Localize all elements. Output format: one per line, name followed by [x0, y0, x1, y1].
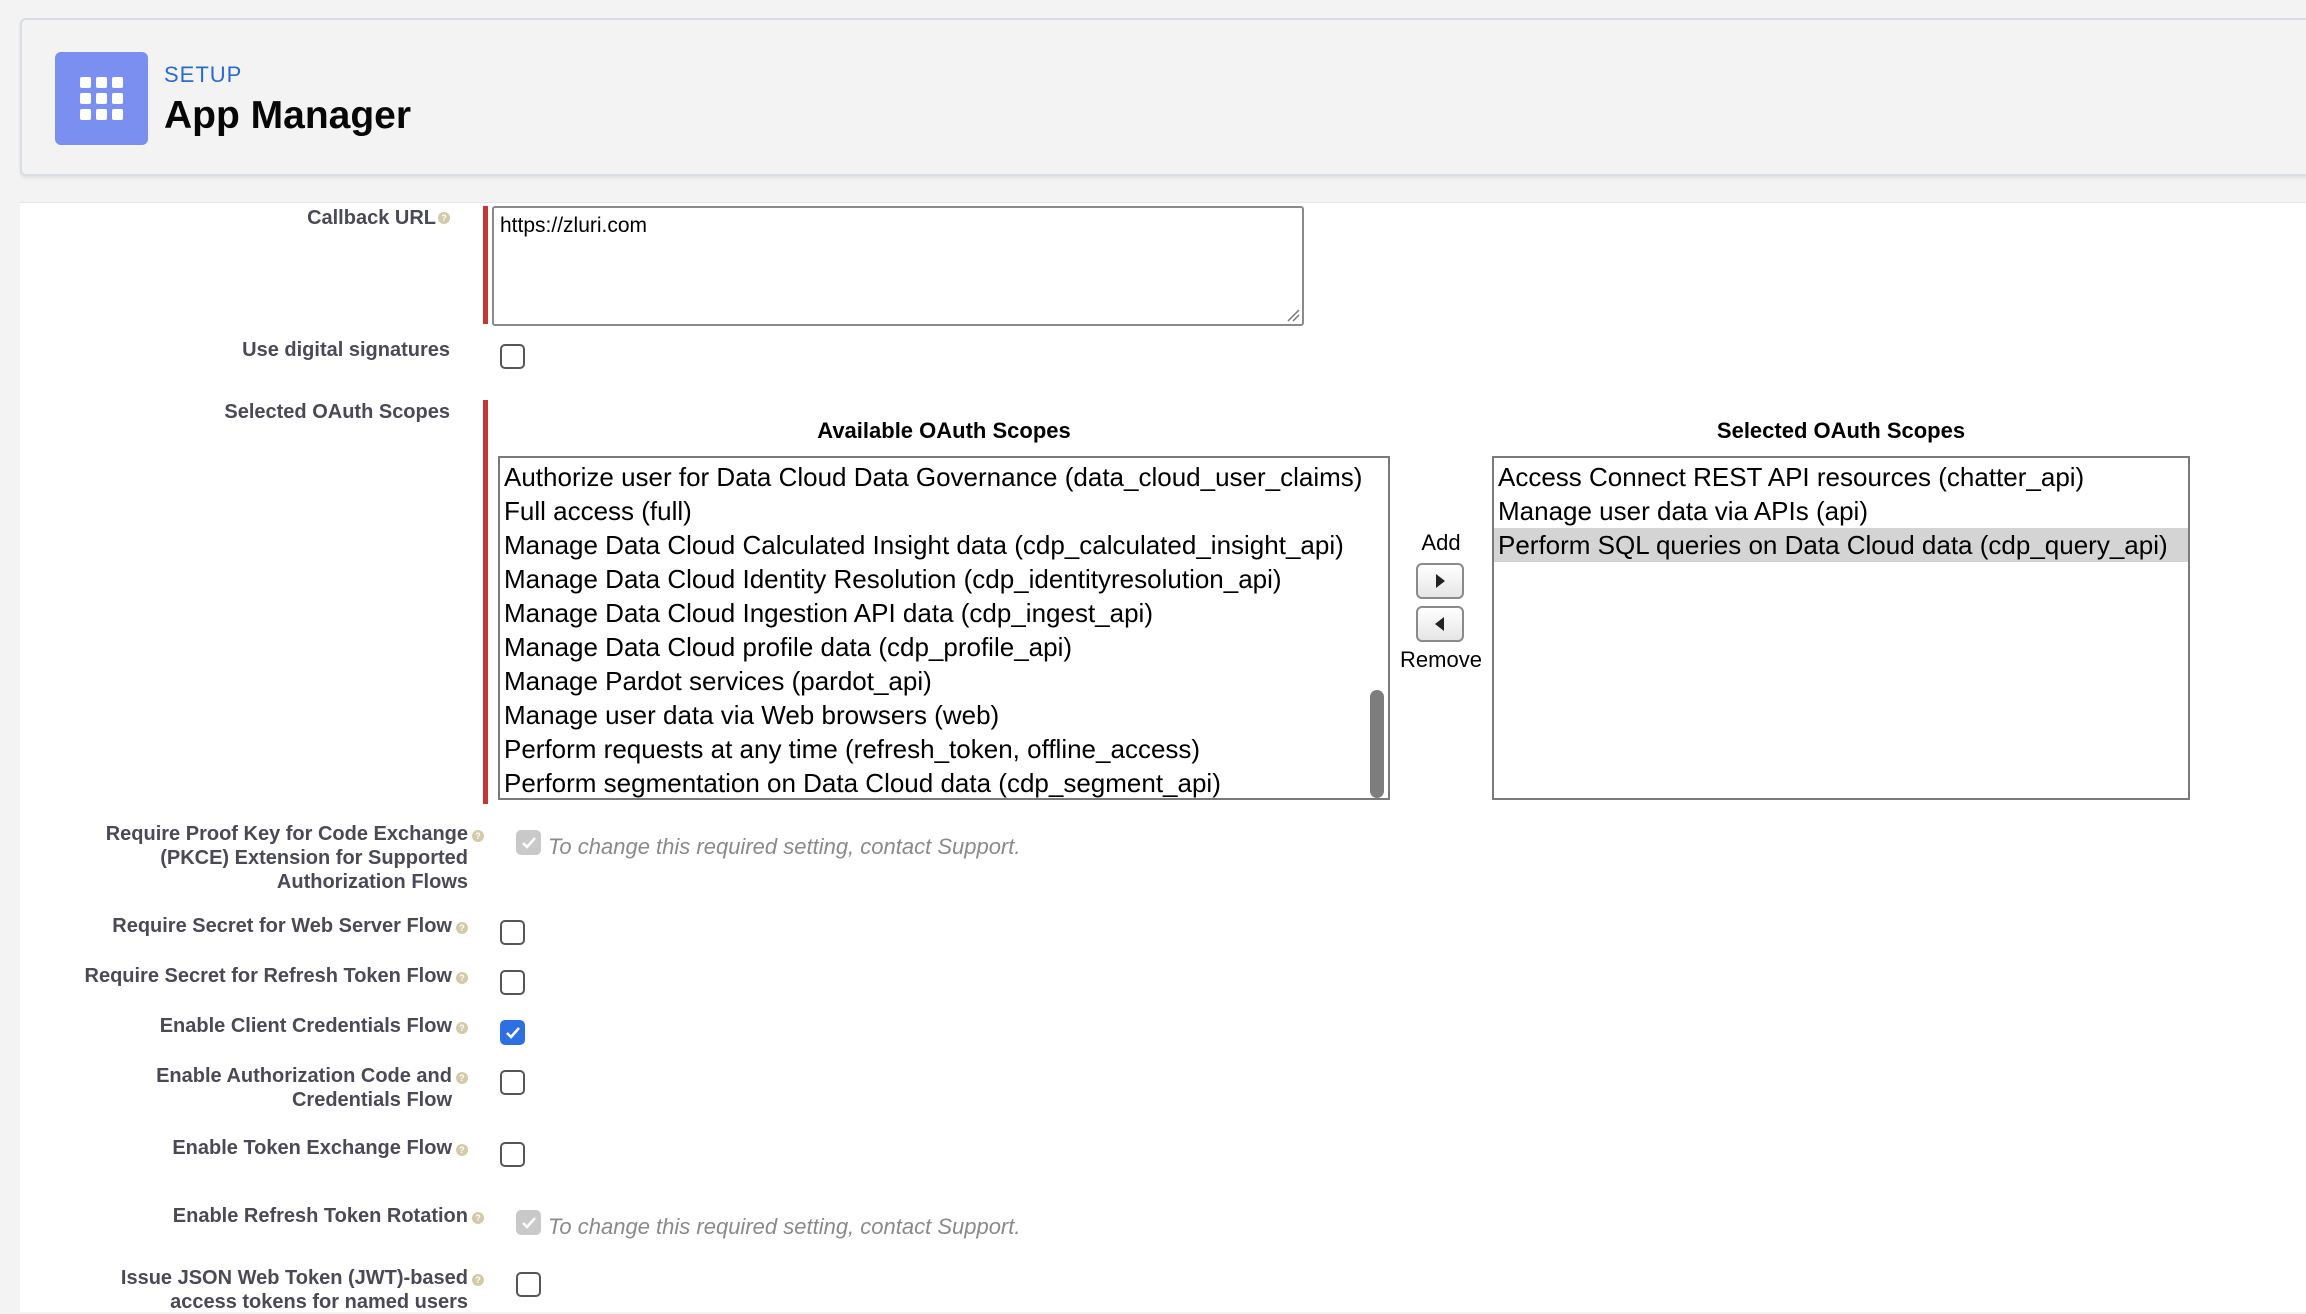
required-indicator	[483, 206, 488, 324]
help-icon[interactable]: ?	[472, 1274, 484, 1286]
refresh-rotation-label: Enable Refresh Token Rotation	[172, 1205, 468, 1227]
auth-code-credentials-label: Enable Authorization Code and Credential…	[156, 1065, 452, 1111]
checkmark-icon	[506, 1027, 520, 1039]
client-credentials-checkbox[interactable]	[500, 1020, 525, 1045]
callback-url-value: https://zluri.com	[500, 214, 648, 237]
help-icon[interactable]: ?	[456, 922, 468, 934]
arrow-right-icon	[1436, 574, 1445, 588]
scope-option[interactable]: Perform segmentation on Data Cloud data …	[500, 766, 1388, 798]
scope-option[interactable]: Manage Pardot services (pardot_api)	[500, 664, 1388, 698]
refresh-rotation-note: To change this required setting, contact…	[548, 1214, 1021, 1239]
pkce-label: Require Proof Key for Code Exchange (PKC…	[105, 823, 468, 893]
scope-option[interactable]: Access Connect REST API resources (chatt…	[1494, 460, 2188, 494]
secret-web-server-checkbox[interactable]	[500, 920, 525, 945]
jwt-checkbox[interactable]	[516, 1272, 541, 1297]
scope-option[interactable]: Full access (full)	[500, 494, 1388, 528]
digital-signatures-label: Use digital signatures	[242, 339, 450, 361]
help-icon[interactable]: ?	[456, 1144, 468, 1156]
scope-option[interactable]: Perform requests at any time (refresh_to…	[500, 732, 1388, 766]
scope-option[interactable]: Manage Data Cloud profile data (cdp_prof…	[500, 630, 1388, 664]
auth-code-credentials-checkbox[interactable]	[500, 1070, 525, 1095]
scope-option[interactable]: Manage Data Cloud Calculated Insight dat…	[500, 528, 1388, 562]
selected-scopes-header: Selected OAuth Scopes	[1716, 418, 1966, 443]
page-header: SETUP App Manager	[20, 18, 2306, 176]
token-exchange-checkbox[interactable]	[500, 1142, 525, 1167]
available-scopes-header: Available OAuth Scopes	[817, 418, 1071, 443]
help-icon[interactable]: ?	[456, 1022, 468, 1034]
add-scope-button[interactable]	[1416, 563, 1464, 599]
scope-option[interactable]: Perform SQL queries on Data Cloud data (…	[1494, 528, 2188, 562]
callback-url-textarea[interactable]: https://zluri.com	[492, 206, 1304, 326]
remove-scope-button[interactable]	[1416, 606, 1464, 642]
app-launcher-grid-icon	[55, 52, 148, 145]
callback-url-label: Callback URL?	[80, 206, 450, 230]
resize-grip-icon[interactable]	[1286, 308, 1300, 322]
pkce-checkbox	[516, 830, 541, 855]
refresh-rotation-checkbox	[516, 1210, 541, 1235]
digital-signatures-checkbox[interactable]	[500, 344, 525, 369]
selected-scopes-listbox[interactable]: Access Connect REST API resources (chatt…	[1492, 456, 2190, 800]
client-credentials-label: Enable Client Credentials Flow	[159, 1015, 452, 1037]
scrollbar-thumb[interactable]	[1370, 690, 1384, 798]
scrollbar[interactable]	[1370, 462, 1384, 798]
secret-refresh-checkbox[interactable]	[500, 970, 525, 995]
pkce-note: To change this required setting, contact…	[548, 834, 1021, 859]
scope-option[interactable]: Manage Data Cloud Identity Resolution (c…	[500, 562, 1388, 596]
arrow-left-icon	[1435, 617, 1444, 631]
required-indicator	[483, 400, 488, 804]
help-icon[interactable]: ?	[472, 830, 484, 842]
help-icon[interactable]: ?	[456, 972, 468, 984]
add-label: Add	[1421, 530, 1461, 555]
scope-option[interactable]: Manage user data via APIs (api)	[1494, 494, 2188, 528]
help-icon[interactable]: ?	[456, 1072, 468, 1084]
secret-refresh-label: Require Secret for Refresh Token Flow	[84, 965, 453, 987]
scope-option[interactable]: Authorize user for Data Cloud Data Gover…	[500, 460, 1388, 494]
breadcrumb-setup[interactable]: SETUP	[164, 62, 242, 88]
token-exchange-label: Enable Token Exchange Flow	[172, 1137, 452, 1159]
help-icon[interactable]: ?	[438, 212, 450, 224]
help-icon[interactable]: ?	[472, 1212, 484, 1224]
oauth-scopes-label: Selected OAuth Scopes	[224, 401, 450, 423]
secret-web-server-label: Require Secret for Web Server Flow	[112, 915, 452, 937]
scope-option[interactable]: Manage user data via Web browsers (web)	[500, 698, 1388, 732]
jwt-label: Issue JSON Web Token (JWT)-based access …	[120, 1267, 468, 1313]
scope-option[interactable]: Manage Data Cloud Ingestion API data (cd…	[500, 596, 1388, 630]
remove-label: Remove	[1400, 647, 1482, 672]
page-title: App Manager	[164, 94, 412, 137]
available-scopes-listbox[interactable]: Authorize user for Data Cloud Data Gover…	[498, 456, 1390, 800]
